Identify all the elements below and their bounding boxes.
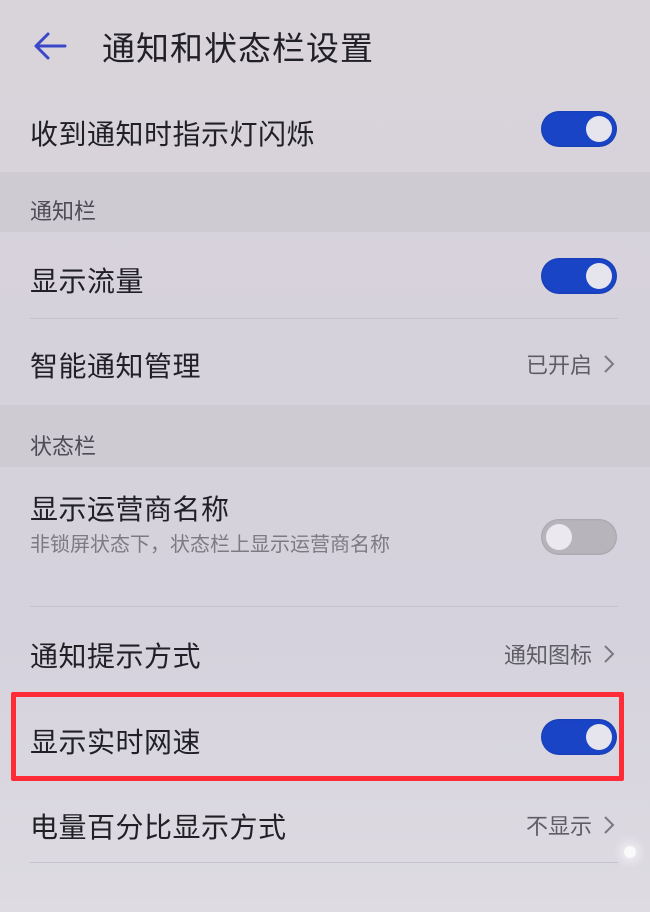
highlight-box (11, 692, 624, 781)
setting-value: 通知图标 (503, 644, 592, 669)
setting-value-wrap: 不显示 (526, 809, 616, 841)
setting-subtitle: 非锁屏状态下，状态栏上显示运营商名称 (30, 532, 390, 556)
page-title: 通知和状态栏设置 (102, 29, 374, 68)
chevron-right-icon (604, 355, 615, 373)
setting-label: 显示流量 (30, 265, 145, 298)
section-header-status-bar: 状态栏 (0, 405, 650, 467)
show-traffic-toggle[interactable] (541, 258, 617, 294)
toggle-knob (546, 524, 572, 550)
toggle-knob (586, 116, 612, 142)
setting-label: 收到通知时指示灯闪烁 (30, 118, 316, 151)
setting-label: 显示运营商名称 (30, 493, 230, 526)
app-bar: 通知和状态栏设置 (0, 0, 650, 90)
setting-value-wrap: 已开启 (526, 348, 616, 380)
led-flash-toggle[interactable] (541, 111, 617, 147)
section-header-notification-bar: 通知栏 (0, 172, 650, 232)
chevron-right-icon (604, 645, 615, 663)
section-label: 状态栏 (30, 435, 97, 460)
section-label: 通知栏 (30, 200, 97, 225)
setting-label: 电量百分比显示方式 (30, 811, 287, 844)
setting-row-carrier-name[interactable]: 显示运营商名称 非锁屏状态下，状态栏上显示运营商名称 (0, 468, 650, 606)
setting-value: 不显示 (525, 815, 592, 840)
settings-screen: 通知和状态栏设置 收到通知时指示灯闪烁 通知栏 显示流量 智能通知管理 已开启 … (0, 0, 650, 912)
carrier-name-toggle[interactable] (541, 519, 617, 555)
setting-value: 已开启 (525, 354, 592, 379)
chevron-right-icon (604, 816, 615, 834)
light-glare (624, 846, 636, 858)
back-button[interactable] (28, 24, 72, 68)
setting-row-battery-percent[interactable]: 电量百分比显示方式 不显示 (0, 782, 650, 862)
divider (30, 862, 618, 863)
setting-row-smart-notify[interactable]: 智能通知管理 已开启 (0, 319, 650, 403)
setting-label: 智能通知管理 (30, 350, 202, 383)
setting-row-notify-style[interactable]: 通知提示方式 通知图标 (0, 607, 650, 691)
arrow-left-icon (34, 32, 67, 60)
setting-row-led-flash[interactable]: 收到通知时指示灯闪烁 (0, 88, 650, 170)
toggle-knob (586, 263, 612, 289)
setting-value-wrap: 通知图标 (504, 638, 616, 670)
setting-label: 通知提示方式 (30, 640, 202, 673)
setting-row-show-traffic[interactable]: 显示流量 (0, 234, 650, 318)
